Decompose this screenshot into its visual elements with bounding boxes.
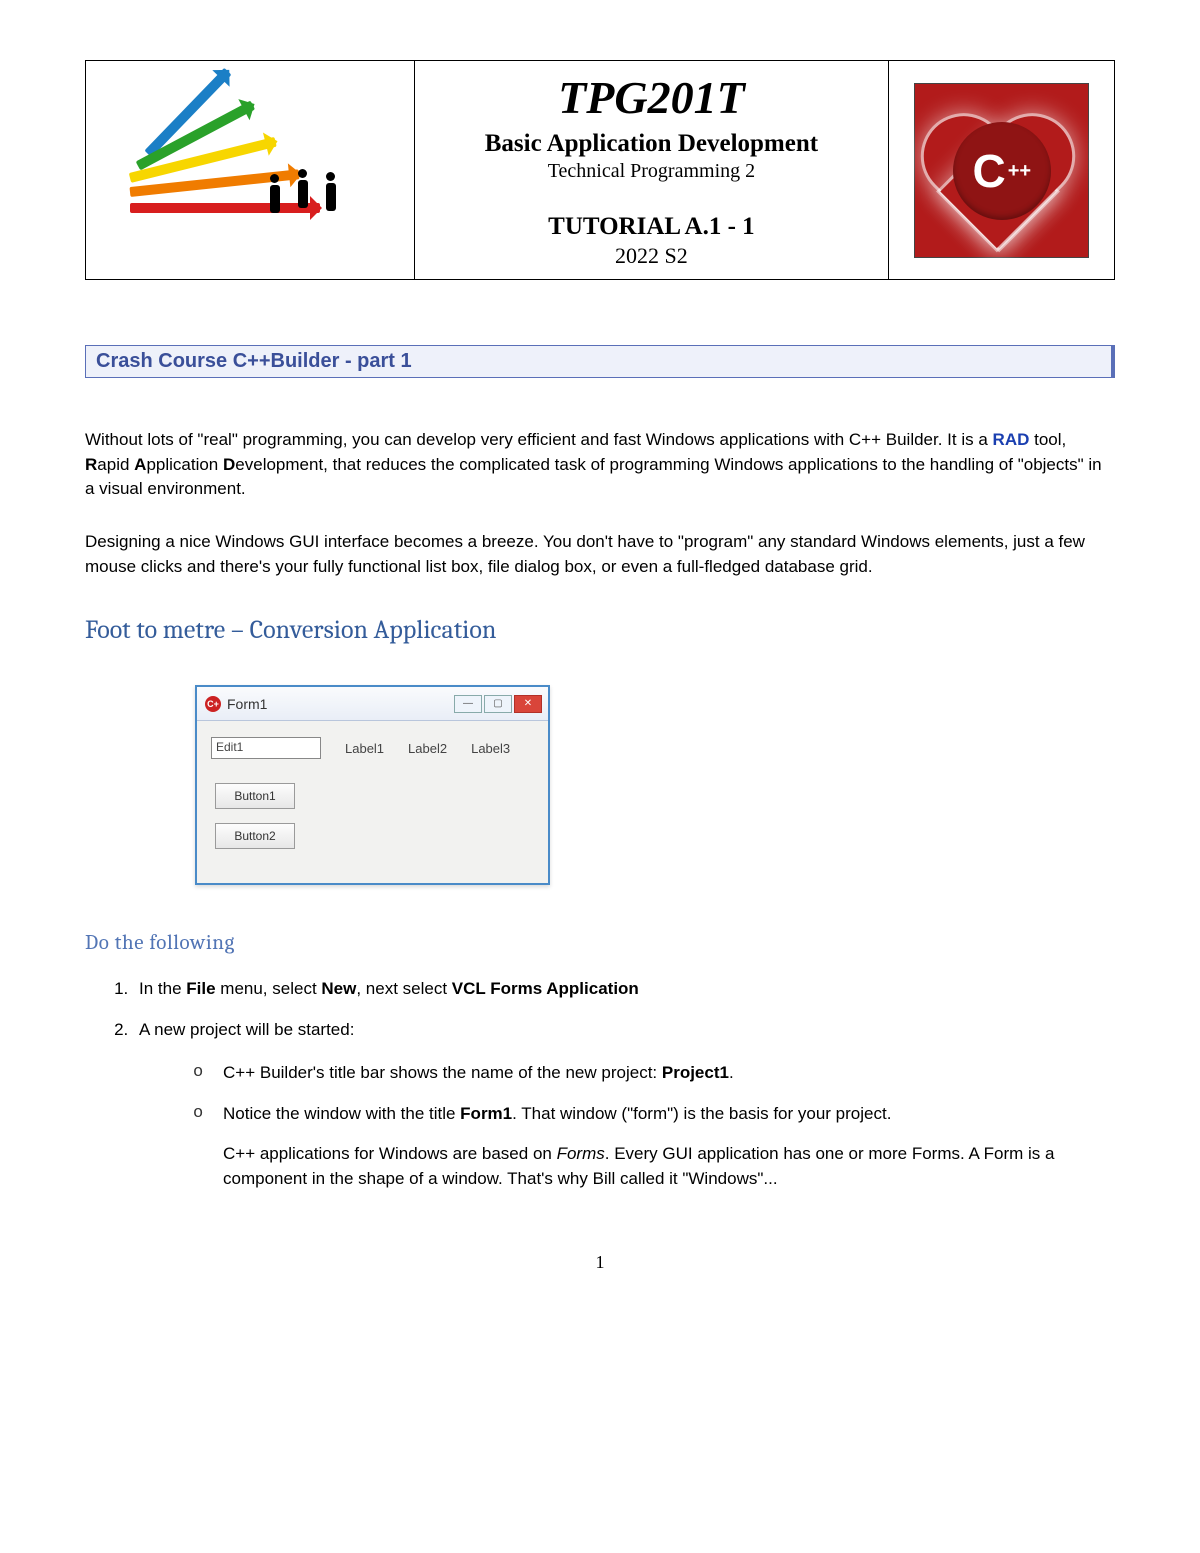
- form-title: Form1: [227, 696, 267, 712]
- substep-2: Notice the window with the title Form1. …: [193, 1101, 1115, 1192]
- button2[interactable]: Button2: [215, 823, 295, 849]
- course-subtitle: Technical Programming 2: [425, 160, 877, 183]
- button1[interactable]: Button1: [215, 783, 295, 809]
- section-banner: Crash Course C++Builder - part 1: [85, 345, 1115, 378]
- maximize-button[interactable]: ▢: [484, 695, 512, 713]
- form-titlebar: C+ Form1 — ▢ ✕: [197, 687, 548, 721]
- substep-1: C++ Builder's title bar shows the name o…: [193, 1060, 1115, 1086]
- intro-p1b: tool,: [1029, 430, 1066, 449]
- rad-keyword: RAD: [993, 430, 1030, 449]
- arrows-graphic: [130, 95, 370, 245]
- substeps: C++ Builder's title bar shows the name o…: [193, 1060, 1115, 1192]
- course-title: Basic Application Development: [425, 130, 877, 158]
- step-1: In the File menu, select New, next selec…: [133, 975, 1115, 1002]
- steps-list: In the File menu, select New, next selec…: [133, 975, 1115, 1191]
- label1: Label1: [345, 741, 384, 756]
- intro-p2: Designing a nice Windows GUI interface b…: [85, 530, 1115, 579]
- label2: Label2: [408, 741, 447, 756]
- minimize-button[interactable]: —: [454, 695, 482, 713]
- header-graphic-cell: [86, 61, 415, 280]
- section-title: Foot to metre – Conversion Application: [85, 615, 1115, 645]
- course-code: TPG201T: [425, 71, 877, 124]
- tutorial-label: TUTORIAL A.1 - 1: [425, 213, 877, 241]
- step-2: A new project will be started: C++ Build…: [133, 1016, 1115, 1191]
- term-label: 2022 S2: [425, 243, 877, 269]
- intro-p1a: Without lots of "real" programming, you …: [85, 430, 993, 449]
- logo-c-letter: C: [973, 144, 1006, 198]
- do-following-heading: Do the following: [85, 931, 1115, 955]
- edit1-input[interactable]: Edit1: [211, 737, 321, 759]
- document-header: TPG201T Basic Application Development Te…: [85, 60, 1115, 280]
- page-number: 1: [85, 1252, 1115, 1273]
- form-app-icon: C+: [205, 696, 221, 712]
- form-window-mock: C+ Form1 — ▢ ✕ Edit1 Label1 Label2 Label…: [195, 685, 550, 885]
- intro-text: Without lots of "real" programming, you …: [85, 428, 1115, 579]
- logo-plus: ++: [1008, 163, 1031, 179]
- close-button[interactable]: ✕: [514, 695, 542, 713]
- header-logo-cell: C ++: [888, 61, 1114, 280]
- cpp-heart-logo: C ++: [914, 83, 1089, 258]
- label3: Label3: [471, 741, 510, 756]
- header-title-cell: TPG201T Basic Application Development Te…: [415, 61, 888, 280]
